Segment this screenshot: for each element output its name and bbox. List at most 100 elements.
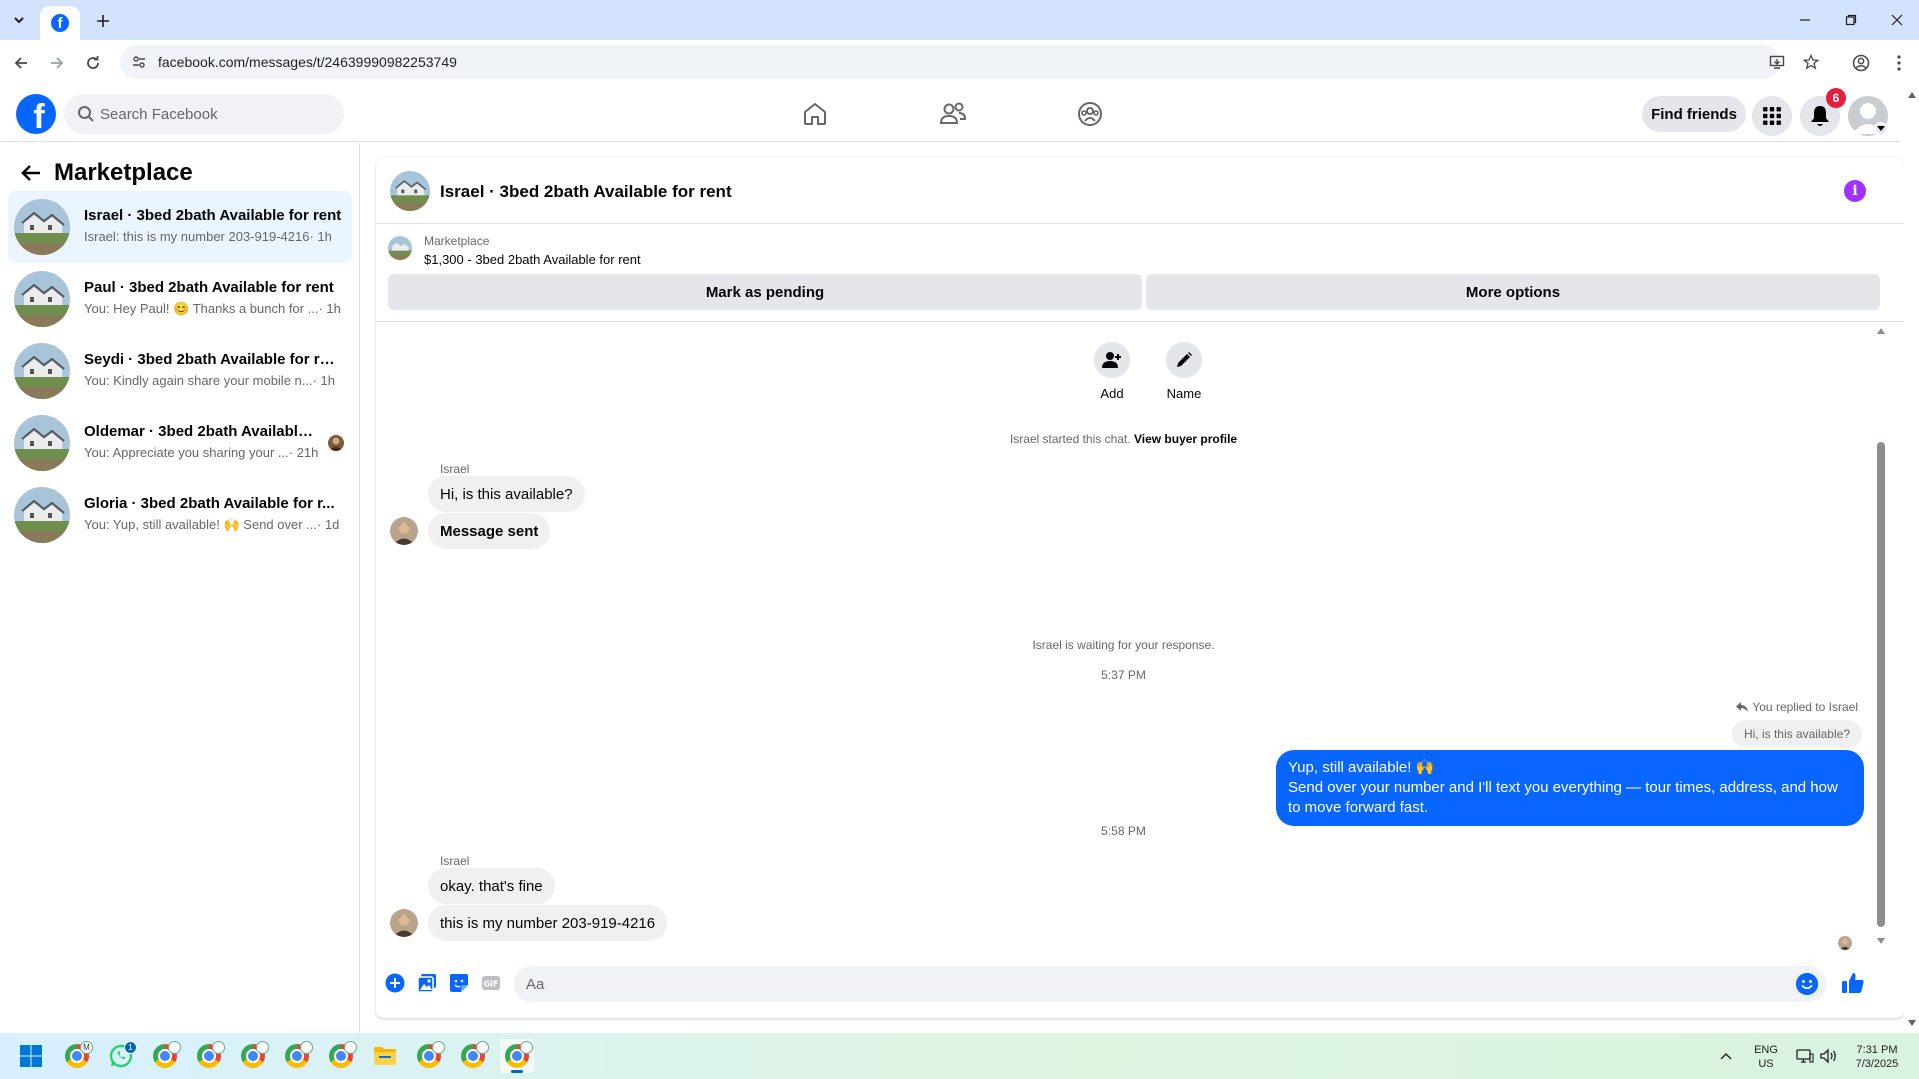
sender-avatar[interactable] bbox=[390, 517, 418, 545]
listing-thumbnail bbox=[14, 271, 70, 327]
active-window-indicator bbox=[511, 1070, 523, 1073]
restore-button[interactable] bbox=[1836, 8, 1866, 32]
name-chat-action[interactable]: Name bbox=[1154, 342, 1214, 406]
chat-title[interactable]: Israel · 3bed 2bath Available for rent bbox=[440, 182, 732, 202]
show-hidden-icons-button[interactable] bbox=[1712, 1039, 1740, 1073]
find-friends-button[interactable]: Find friends bbox=[1642, 96, 1746, 132]
menu-button[interactable] bbox=[1752, 96, 1792, 136]
facebook-search[interactable] bbox=[64, 94, 344, 134]
message-input[interactable] bbox=[526, 966, 1766, 1002]
grid-menu-icon bbox=[1763, 107, 1781, 125]
conversation-item-gloria[interactable]: Gloria · 3bed 2bath Available for r... Y… bbox=[8, 479, 352, 551]
incoming-message[interactable]: okay. that's fine bbox=[428, 868, 555, 904]
taskbar-chrome-profile-7[interactable] bbox=[412, 1039, 446, 1073]
taskbar-chrome-profile-2[interactable] bbox=[148, 1039, 182, 1073]
minimize-button[interactable] bbox=[1790, 8, 1820, 32]
conversation-item-israel[interactable]: Israel · 3bed 2bath Available for rent I… bbox=[8, 191, 352, 263]
reload-button[interactable] bbox=[80, 50, 106, 76]
listing-description[interactable]: $1,300 - 3bed 2bath Available for rent bbox=[424, 252, 641, 267]
close-window-button[interactable] bbox=[1882, 8, 1912, 32]
taskbar-chrome-profile-5[interactable] bbox=[280, 1039, 314, 1073]
incoming-message[interactable]: Message sent bbox=[428, 513, 551, 549]
sticker-button[interactable] bbox=[448, 972, 470, 994]
edit-name-button[interactable] bbox=[1166, 342, 1202, 378]
view-buyer-profile-link[interactable]: View buyer profile bbox=[1134, 432, 1237, 446]
page-scroll-up-icon[interactable] bbox=[1907, 90, 1916, 99]
nav-groups-button[interactable] bbox=[1070, 94, 1110, 134]
bookmark-star-icon[interactable] bbox=[1800, 51, 1822, 73]
nav-home-button[interactable] bbox=[795, 94, 835, 134]
tab-search-button[interactable] bbox=[6, 8, 32, 32]
back-button[interactable] bbox=[8, 50, 34, 76]
outgoing-message[interactable]: Yup, still available! 🙌 Send over your n… bbox=[1276, 750, 1864, 826]
forward-button[interactable] bbox=[44, 50, 70, 76]
input-language-indicator[interactable]: ENG US bbox=[1750, 1043, 1782, 1071]
add-people-action[interactable]: Add bbox=[1082, 342, 1142, 406]
add-person-button[interactable] bbox=[1094, 342, 1130, 378]
chevron-up-icon bbox=[1720, 1053, 1732, 1060]
thread-scrollbar[interactable] bbox=[1874, 322, 1888, 952]
emoji-button[interactable] bbox=[1796, 973, 1818, 995]
profile-badge-icon bbox=[168, 1041, 181, 1054]
sender-name: Israel bbox=[440, 462, 470, 476]
scrollbar-thumb[interactable] bbox=[1877, 442, 1885, 927]
install-app-icon[interactable] bbox=[1766, 51, 1788, 73]
facebook-logo-icon[interactable]: f bbox=[16, 94, 56, 134]
system-clock[interactable]: 7:31 PM 7/3/2025 bbox=[1846, 1043, 1908, 1071]
site-info-icon[interactable] bbox=[130, 53, 148, 71]
mark-as-pending-button[interactable]: Mark as pending bbox=[388, 274, 1142, 310]
back-to-marketplace-button[interactable] bbox=[16, 158, 46, 188]
page-scrollbar[interactable] bbox=[1904, 86, 1919, 1033]
profile-button[interactable] bbox=[1848, 50, 1874, 76]
listing-thumbnail bbox=[14, 199, 70, 255]
search-icon bbox=[78, 106, 94, 122]
profile-badge-icon bbox=[344, 1041, 357, 1054]
incoming-message[interactable]: this is my number 203-919-4216 bbox=[428, 905, 668, 941]
conversation-info-button[interactable]: i bbox=[1844, 180, 1866, 202]
account-chevron-icon[interactable] bbox=[1874, 122, 1888, 136]
taskbar-chrome-profile-3[interactable] bbox=[192, 1039, 226, 1073]
start-button[interactable] bbox=[14, 1039, 48, 1073]
sender-name: Israel bbox=[440, 854, 470, 868]
browser-menu-button[interactable] bbox=[1886, 50, 1912, 76]
gif-button[interactable]: GIF bbox=[480, 972, 502, 994]
browser-tab-facebook[interactable]: f bbox=[40, 6, 80, 40]
search-input[interactable] bbox=[100, 94, 330, 134]
like-button[interactable] bbox=[1840, 970, 1866, 996]
attach-media-button[interactable] bbox=[416, 972, 438, 994]
network-status-button[interactable] bbox=[1792, 1039, 1818, 1073]
more-actions-button[interactable] bbox=[384, 972, 406, 994]
incoming-message[interactable]: Hi, is this available? bbox=[428, 476, 585, 512]
listing-source: Marketplace bbox=[424, 234, 490, 248]
timestamp: 5:58 PM bbox=[1101, 824, 1146, 838]
reload-icon bbox=[87, 56, 99, 69]
listing-thumbnail[interactable] bbox=[388, 236, 412, 260]
message-input-wrapper[interactable] bbox=[514, 966, 1826, 1002]
taskbar-whatsapp[interactable]: 1 bbox=[104, 1039, 138, 1073]
taskbar-chrome-profile-6[interactable] bbox=[324, 1039, 358, 1073]
taskbar-chrome-profile-8[interactable] bbox=[456, 1039, 490, 1073]
address-bar[interactable]: facebook.com/messages/t/2463999098225374… bbox=[120, 45, 1819, 79]
conversation-item-paul[interactable]: Paul · 3bed 2bath Available for rent You… bbox=[8, 263, 352, 335]
taskbar-chrome-profile-4[interactable] bbox=[236, 1039, 270, 1073]
volume-button[interactable] bbox=[1816, 1039, 1842, 1073]
new-tab-button[interactable] bbox=[90, 8, 116, 34]
waiting-notice: Israel is waiting for your response. bbox=[1032, 638, 1215, 652]
taskbar-chrome-profile-1[interactable]: M bbox=[60, 1039, 94, 1073]
conversation-item-seydi[interactable]: Seydi · 3bed 2bath Available for rent Yo… bbox=[8, 335, 352, 407]
sender-avatar[interactable] bbox=[390, 909, 418, 937]
page-scroll-down-icon[interactable] bbox=[1907, 1018, 1916, 1027]
chat-listing-thumbnail[interactable] bbox=[390, 171, 430, 211]
conversation-item-oldemar[interactable]: Oldemar · 3bed 2bath Available ... You: … bbox=[8, 407, 352, 479]
taskbar-chrome-active[interactable] bbox=[500, 1039, 534, 1073]
browser-toolbar: facebook.com/messages/t/2463999098225374… bbox=[0, 40, 1919, 86]
message-thread[interactable]: Add Name Israel started this chat. View … bbox=[376, 322, 1904, 952]
pencil-icon bbox=[1177, 352, 1192, 367]
scroll-up-arrow-icon[interactable] bbox=[1876, 326, 1886, 336]
nav-friends-button[interactable] bbox=[933, 94, 973, 134]
quoted-message[interactable]: Hi, is this available? bbox=[1731, 720, 1862, 748]
conversation-preview: You: Yup, still available! 🙌 Send over .… bbox=[84, 517, 317, 532]
taskbar-file-explorer[interactable] bbox=[368, 1039, 402, 1073]
scroll-down-arrow-icon[interactable] bbox=[1876, 936, 1886, 946]
more-options-button[interactable]: More options bbox=[1146, 274, 1880, 310]
